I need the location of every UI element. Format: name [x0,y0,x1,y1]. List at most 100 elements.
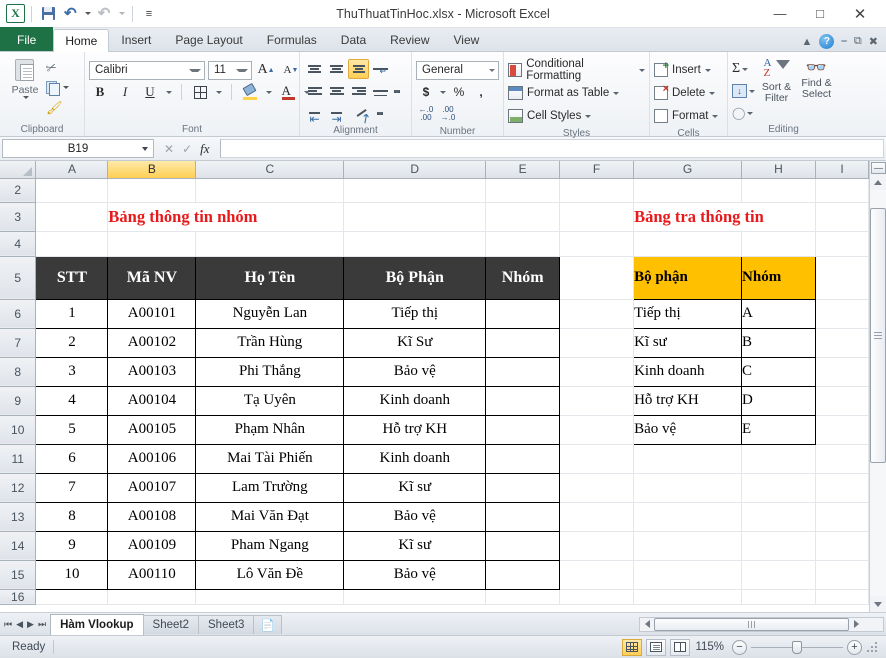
cell-f14[interactable] [559,531,635,561]
lookup-cell-nhom[interactable]: C [741,356,816,387]
lookup-cell-bophan[interactable]: Kinh doanh [633,356,743,387]
cell-a16[interactable] [35,589,109,605]
cell-f13[interactable] [559,502,635,532]
right-table-title[interactable]: Bảng tra thông tin [633,202,816,232]
data-cell-manv[interactable]: A00110 [107,559,197,590]
page-break-view-button[interactable] [670,638,690,656]
data-cell-nhom[interactable] [485,298,561,329]
cut-button[interactable]: ✂ [44,58,69,76]
font-color-button[interactable]: A [277,82,299,103]
data-cell-manv[interactable]: A00108 [107,501,197,532]
vertical-scrollbar[interactable] [869,161,886,612]
collapse-ribbon-icon[interactable]: ▲ [802,36,813,48]
comma-format-button[interactable]: , [471,82,491,102]
data-cell-bophan[interactable]: Bảo vệ [343,559,487,590]
data-cell-manv[interactable]: A00102 [107,327,197,358]
vertical-scroll-thumb[interactable] [870,208,886,463]
cell-i11[interactable] [815,444,869,474]
format-as-table-button[interactable]: Format as Table [508,82,620,104]
data-cell-stt[interactable]: 5 [35,414,109,445]
data-cell-manv[interactable]: A00107 [107,472,197,503]
cell-i5[interactable] [815,256,869,300]
zoom-in-button[interactable]: + [847,639,862,655]
cell-h2[interactable] [741,178,816,203]
cell-c4[interactable] [195,231,345,257]
paste-button[interactable]: Paste [4,55,46,99]
cell-a2[interactable] [35,178,109,203]
data-cell-hoten[interactable]: Tạ Uyên [195,385,345,416]
data-cell-hoten[interactable]: Mai Văn Đạt [195,501,345,532]
column-header-h[interactable]: H [741,161,816,179]
data-cell-stt[interactable]: 2 [35,327,109,358]
conditional-formatting-button[interactable]: Conditional Formatting [508,58,645,82]
data-cell-bophan[interactable]: Bảo vệ [343,356,487,387]
cell-g13[interactable] [633,502,743,532]
data-cell-manv[interactable]: A00103 [107,356,197,387]
main-header-nhom[interactable]: Nhóm [485,255,561,300]
cell-i7[interactable] [815,328,869,358]
autosum-button[interactable]: Σ [732,59,755,79]
formula-input[interactable] [219,139,884,158]
data-cell-manv[interactable]: A00105 [107,414,197,445]
cell-i8[interactable] [815,357,869,387]
cell-g12[interactable] [633,473,743,503]
cell-i2[interactable] [815,178,869,203]
data-cell-bophan[interactable]: Hỗ trợ KH [343,414,487,445]
underline-dropdown[interactable] [164,82,174,103]
cell-h14[interactable] [741,531,816,561]
cell-e3[interactable] [485,202,561,232]
main-header-hoten[interactable]: Họ Tên [195,255,345,300]
row-header-9[interactable]: 9 [0,386,37,416]
horizontal-scrollbar[interactable] [639,616,884,632]
accounting-dropdown[interactable] [438,82,447,102]
sheet-surface[interactable]: A B C D E F G H I 2 3 Bảng thông tin nhó… [0,161,869,612]
tab-home[interactable]: Home [53,29,110,52]
cell-e2[interactable] [485,178,561,203]
restore-window-icon[interactable]: ⧉ [854,35,862,48]
cell-i13[interactable] [815,502,869,532]
data-cell-stt[interactable]: 3 [35,356,109,387]
column-header-g[interactable]: G [633,161,743,179]
accounting-format-button[interactable]: $ [416,82,436,102]
normal-view-button[interactable] [622,638,642,656]
data-cell-stt[interactable]: 6 [35,443,109,474]
cell-g14[interactable] [633,531,743,561]
cell-d16[interactable] [343,589,487,605]
zoom-level[interactable]: 115% [694,641,728,653]
cell-h4[interactable] [741,231,816,257]
increase-indent-button[interactable]: ⇥ [326,103,347,126]
cell-f5[interactable] [559,256,635,300]
tab-view[interactable]: View [442,28,492,51]
lookup-cell-nhom[interactable]: B [741,327,816,358]
column-header-a[interactable]: A [35,161,109,179]
undo-dropdown[interactable] [82,4,92,24]
cell-f8[interactable] [559,357,635,387]
cell-b2[interactable] [107,178,197,203]
row-header-12[interactable]: 12 [0,473,37,503]
cell-i12[interactable] [815,473,869,503]
data-cell-hoten[interactable]: Lam Trường [195,472,345,503]
font-size-input[interactable]: 11 [208,60,252,80]
row-header-15[interactable]: 15 [0,560,37,590]
data-cell-bophan[interactable]: Kĩ Sư [343,327,487,358]
save-button[interactable] [38,4,58,24]
sheet-tab-sheet3[interactable]: Sheet3 [198,614,255,634]
data-cell-hoten[interactable]: Pham Ngang [195,530,345,561]
data-cell-nhom[interactable] [485,559,561,590]
scroll-down-button[interactable] [870,596,886,612]
row-header-2[interactable]: 2 [0,178,37,203]
percent-format-button[interactable]: % [449,82,469,102]
increase-decimal-button[interactable]: ←.0.00 [416,104,436,124]
close-button[interactable]: ✕ [840,0,880,27]
cell-i4[interactable] [815,231,869,257]
maximize-button[interactable]: □ [800,0,840,27]
close-window-icon[interactable]: ✖ [869,35,878,48]
resize-grip[interactable] [868,641,878,653]
cell-i16[interactable] [815,589,869,605]
insert-worksheet-button[interactable]: 📄 [253,614,282,634]
data-cell-nhom[interactable] [485,414,561,445]
copy-button[interactable] [46,79,69,96]
cell-a4[interactable] [35,231,109,257]
data-cell-nhom[interactable] [485,385,561,416]
sheet-tab-sheet2[interactable]: Sheet2 [142,614,199,634]
